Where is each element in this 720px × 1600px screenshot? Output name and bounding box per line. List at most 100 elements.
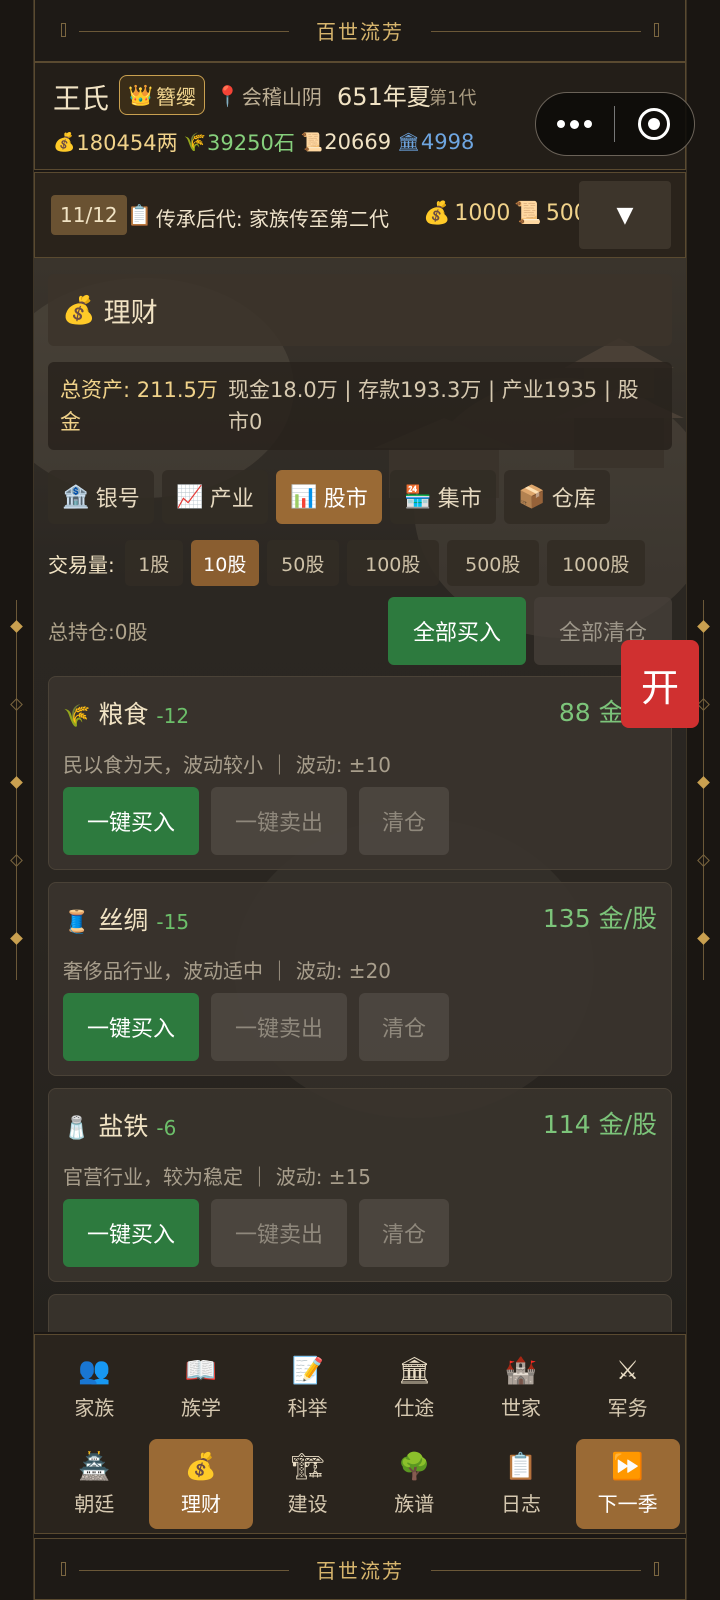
silk-icon: 🧵 — [63, 910, 91, 935]
diamond-ornament-icon — [697, 854, 710, 867]
money-bag-icon: 💰 — [62, 295, 96, 326]
scroll-resource: 📜 20669 — [300, 130, 392, 154]
close-miniprogram-button[interactable] — [615, 108, 695, 140]
tab-market[interactable]: 🏪 集市 — [390, 470, 496, 524]
nav-genealogy[interactable]: 🌳 族谱 — [362, 1439, 466, 1529]
qty-option[interactable]: 50股 — [266, 540, 339, 586]
quest-expand-button[interactable]: ▼ — [579, 181, 671, 249]
trade-quantity-label: 交易量: — [48, 552, 115, 577]
resource-bar: 💰 180454两 🌾 39250石 📜 20669 🏛 4998 — [53, 127, 474, 157]
nav-clan-school[interactable]: 📖 族学 — [149, 1343, 253, 1433]
sell-button[interactable]: 一键卖出 — [211, 1199, 347, 1267]
nav-imperial-exam[interactable]: 📝 科举 — [256, 1343, 360, 1433]
qty-option[interactable]: 1000股 — [546, 540, 645, 586]
grain-icon: 🌾 — [183, 131, 207, 153]
miniprogram-capsule — [535, 92, 695, 156]
next-season-button[interactable]: ⏩ 下一季 — [575, 1439, 680, 1529]
pin-icon: 📍 — [215, 83, 240, 108]
stock-actions: 一键买入 一键卖出 清仓 — [63, 1199, 449, 1267]
stock-change: -12 — [156, 704, 190, 728]
tab-bank[interactable]: 🏦 银号 — [48, 470, 154, 524]
sell-button[interactable]: 一键卖出 — [211, 993, 347, 1061]
stock-card: 🌾 粮食 -12 88 金/股 民以食为天，波动较小 ｜ 波动: ±10 一键买… — [48, 676, 672, 870]
banner-title: 百世流芳 — [316, 20, 404, 44]
rank-badge[interactable]: 👑 簪缨 — [119, 75, 205, 115]
swords-icon: ⚔ — [615, 1355, 640, 1386]
scroll-icon: 📜 — [514, 201, 542, 226]
tab-warehouse[interactable]: 📦 仓库 — [504, 470, 610, 524]
stock-price: 114 金/股 — [542, 1110, 657, 1139]
stock-name-row: 🧂 盐铁 -6 — [63, 1107, 176, 1143]
buy-button[interactable]: 一键买入 — [63, 993, 199, 1061]
grain-icon: 🌾 — [63, 704, 91, 729]
total-holding: 总持仓:0股 — [48, 620, 148, 644]
tab-stock-market[interactable]: 📊 股市 — [276, 470, 382, 524]
buy-button[interactable]: 一键买入 — [63, 1199, 199, 1267]
bottom-navigation: 👥 家族 📖 族学 📝 科举 🏛 仕途 🏰 世家 ⚔ 军务 🏯 朝廷 💰 理财 … — [34, 1334, 686, 1534]
nav-family[interactable]: 👥 家族 — [42, 1343, 146, 1433]
government-icon: 🏛 — [397, 131, 420, 153]
stock-description: 官营行业，较为稳定 ｜ 波动: ±15 — [63, 1165, 372, 1189]
bar-chart-icon: 📊 — [290, 484, 318, 510]
open-floating-button[interactable]: 开 — [621, 640, 699, 728]
nav-court[interactable]: 🏯 朝廷 — [42, 1439, 146, 1529]
box-icon: 📦 — [518, 484, 546, 510]
stock-actions: 一键买入 一键卖出 清仓 — [63, 787, 449, 855]
grain-resource: 🌾 39250石 — [183, 131, 295, 155]
stock-actions: 一键买入 一键卖出 清仓 — [63, 993, 449, 1061]
sell-button[interactable]: 一键卖出 — [211, 787, 347, 855]
panel-title: 💰 理财 — [48, 274, 672, 346]
qty-option[interactable]: 100股 — [346, 540, 439, 586]
qty-option[interactable]: 1股 — [124, 540, 183, 586]
asset-breakdown: 现金18.0万 | 存款193.3万 | 产业1935 | 股市0 — [228, 378, 639, 434]
stock-name: 盐铁 — [98, 1112, 149, 1141]
money-bag-icon: 💰 — [53, 131, 76, 153]
stock-name-row: 🧵 丝绸 -15 — [63, 901, 189, 937]
money-bag-icon: 💰 — [423, 201, 451, 226]
fast-forward-icon: ⏩ — [611, 1451, 644, 1482]
more-menu-button[interactable] — [536, 119, 614, 129]
qty-option-selected[interactable]: 10股 — [190, 540, 259, 586]
clear-position-button[interactable]: 清仓 — [359, 1199, 449, 1267]
asset-summary: 总资产: 211.5万金 现金18.0万 | 存款193.3万 | 产业1935… — [48, 362, 672, 450]
stock-description: 民以食为天，波动较小 ｜ 波动: ±10 — [63, 753, 392, 777]
castle-icon: 🏰 — [504, 1355, 538, 1386]
qty-option[interactable]: 500股 — [446, 540, 539, 586]
diamond-ornament-icon — [10, 698, 23, 711]
clear-position-button[interactable]: 清仓 — [359, 993, 449, 1061]
diamond-ornament-icon — [697, 620, 710, 633]
nav-finance[interactable]: 💰 理财 — [148, 1439, 253, 1529]
nav-military[interactable]: ⚔ 军务 — [576, 1343, 680, 1433]
year-season: 651年夏 — [337, 83, 431, 111]
stock-description: 奢侈品行业，波动适中 ｜ 波动: ±20 — [63, 959, 392, 983]
nav-construction[interactable]: 🏗 建设 — [256, 1439, 360, 1529]
chart-up-icon: 📈 — [176, 484, 204, 510]
buy-all-button[interactable]: 全部买入 — [388, 597, 526, 665]
palace-icon: 🏯 — [78, 1451, 111, 1482]
scroll-icon: 📜 — [300, 131, 324, 153]
tab-industry[interactable]: 📈 产业 — [162, 470, 268, 524]
buy-button[interactable]: 一键买入 — [63, 787, 199, 855]
clipboard-icon: 📋 — [127, 203, 152, 227]
diamond-ornament-icon — [10, 854, 23, 867]
salt-icon: 🧂 — [63, 1116, 91, 1141]
total-assets: 总资产: 211.5万金 — [60, 378, 218, 434]
nav-career[interactable]: 🏛 仕途 — [362, 1343, 466, 1433]
finance-tabs: 🏦 银号 📈 产业 📊 股市 🏪 集市 📦 仓库 — [48, 470, 610, 524]
stock-name: 丝绸 — [98, 906, 149, 935]
left-frame-rail — [0, 0, 34, 1600]
location: 📍 会稽山阴 — [215, 81, 322, 110]
clan-name: 王氏 — [53, 82, 110, 115]
location-label: 会稽山阴 — [241, 85, 322, 109]
nav-noble-families[interactable]: 🏰 世家 — [469, 1343, 573, 1433]
tree-icon: 🌳 — [398, 1451, 431, 1482]
quest-progress: 11/12 — [51, 195, 127, 235]
generation: 第1代 — [429, 88, 477, 109]
nav-log[interactable]: 📋 日志 — [469, 1439, 573, 1529]
diamond-ornament-icon — [10, 932, 23, 945]
clear-position-button[interactable]: 清仓 — [359, 787, 449, 855]
stock-card — [48, 1294, 672, 1332]
banner-title: 百世流芳 — [316, 1558, 404, 1583]
quest-bar: 11/12 📋 传承后代: 家族传至第二代 💰 1000 📜 500 ▼ — [34, 172, 686, 258]
diamond-ornament-icon — [10, 776, 23, 789]
